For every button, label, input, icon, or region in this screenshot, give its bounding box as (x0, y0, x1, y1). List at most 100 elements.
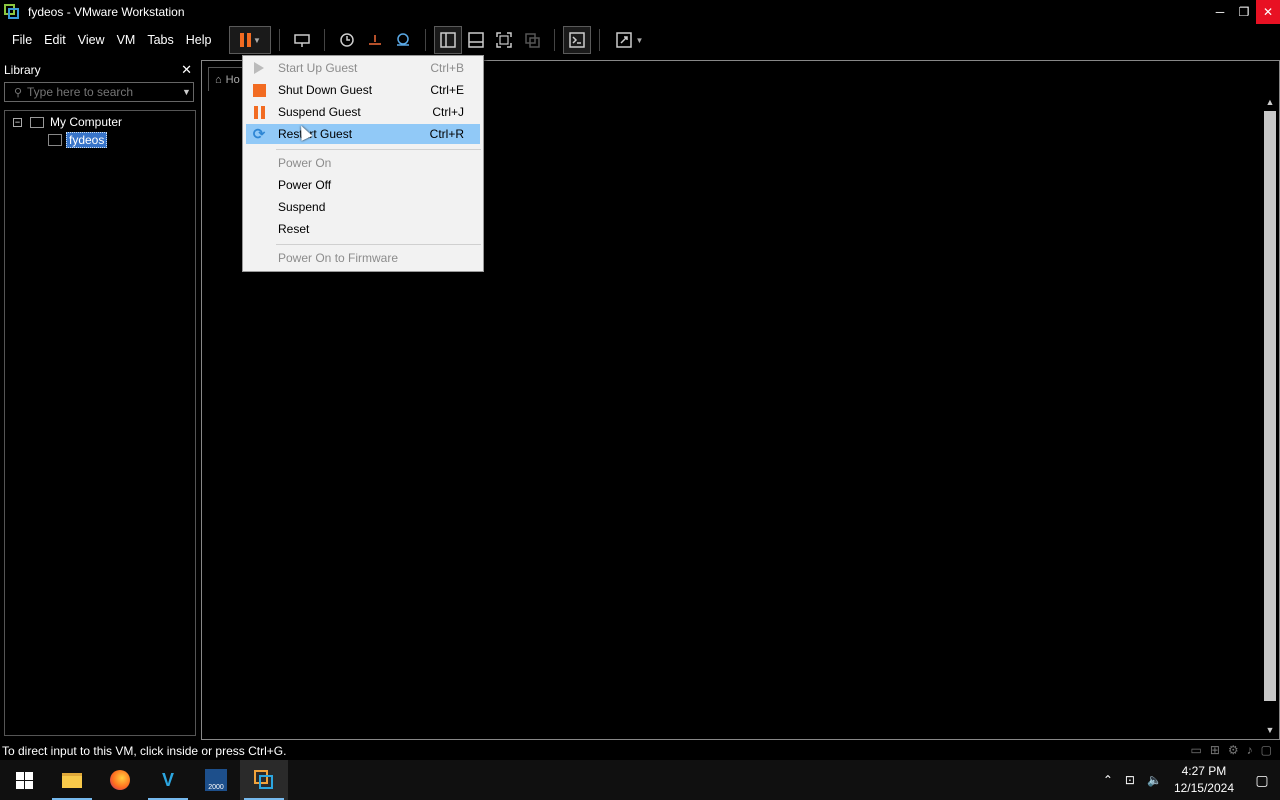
snapshot-manager-button[interactable] (389, 26, 417, 54)
minimize-button[interactable]: ─ (1208, 0, 1232, 24)
menu-item-label: Suspend Guest (278, 105, 361, 119)
toolbar-divider (324, 29, 326, 51)
hard-disk-icon[interactable]: ▭ (1190, 743, 1201, 757)
network-icon[interactable]: ⊞ (1210, 743, 1220, 757)
library-search: ⚲ ▼ (4, 82, 194, 102)
system-tray: ⌃ ⊡ 🔈 4:27 PM 12/15/2024 ▢ (1097, 760, 1280, 800)
reset-icon: ⟳ (252, 126, 266, 143)
keyboard-icon (294, 34, 311, 47)
start-button[interactable] (0, 760, 48, 800)
clock-icon (340, 33, 355, 47)
stretch-guest-button[interactable]: ▼ (608, 26, 650, 54)
tab-label: Ho (225, 73, 240, 86)
menu-help[interactable]: Help (180, 33, 218, 47)
vertical-scrollbar[interactable]: ▲ ▼ (1261, 93, 1279, 739)
display-icon[interactable]: ▢ (1261, 743, 1272, 757)
revert-snapshot-button[interactable] (361, 26, 389, 54)
device-status-icons: ▭ ⊞ ⚙ ♪ ▢ (1190, 743, 1272, 757)
library-search-input[interactable] (9, 85, 182, 99)
unity-button[interactable] (518, 26, 546, 54)
terminal-icon (569, 32, 586, 48)
console-view-button[interactable] (563, 26, 592, 54)
menu-item-label: Reset (278, 222, 310, 236)
pause-icon (253, 105, 265, 119)
menu-item-power-off[interactable]: Power Off (246, 175, 480, 195)
scroll-up-icon[interactable]: ▲ (1261, 93, 1279, 111)
close-button[interactable]: ✕ (1256, 0, 1280, 24)
menu-item-start-up-guest[interactable]: Start Up Guest Ctrl+B (246, 58, 480, 78)
menu-item-suspend-guest[interactable]: Suspend Guest Ctrl+J (246, 102, 480, 122)
tree-item-fydeos[interactable]: fydeos (5, 131, 195, 149)
menu-item-reset[interactable]: Reset (246, 219, 480, 239)
title-bar: fydeos - VMware Workstation ─ ❐ ✕ (0, 0, 1280, 24)
menu-item-power-on-to-firmware[interactable]: Power On to Firmware (246, 248, 480, 268)
firefox-icon (110, 770, 130, 790)
play-icon (254, 62, 264, 74)
tree-item-label: fydeos (66, 132, 108, 148)
show-library-button[interactable] (434, 26, 463, 54)
taskbar-visual-studio[interactable]: V (144, 760, 192, 800)
menu-view[interactable]: View (72, 33, 111, 47)
clock-date: 12/15/2024 (1173, 781, 1234, 795)
windows-logo-icon (15, 771, 33, 789)
menu-item-restart-guest[interactable]: ⟳ Restart Guest Ctrl+R (246, 124, 480, 144)
taskbar-app-2000[interactable]: 2000 (192, 760, 240, 800)
menu-item-suspend[interactable]: Suspend (246, 197, 480, 217)
chevron-down-icon[interactable]: ▼ (182, 87, 191, 97)
network-icon[interactable]: ⊡ (1125, 773, 1135, 787)
send-ctrl-alt-del-button[interactable] (288, 26, 316, 54)
chevron-up-icon[interactable]: ⌃ (1103, 773, 1113, 787)
taskbar-firefox[interactable] (96, 760, 144, 800)
menu-item-label: Power Off (278, 178, 332, 192)
status-message: To direct input to this VM, click inside… (2, 743, 287, 758)
menu-item-label: Power On to Firmware (278, 251, 399, 265)
menu-tabs[interactable]: Tabs (141, 33, 179, 47)
toolbar-divider (599, 29, 601, 51)
sound-icon[interactable]: ♪ (1247, 743, 1253, 757)
stop-icon (252, 83, 266, 97)
menu-item-shut-down-guest[interactable]: Shut Down Guest Ctrl+E (246, 80, 480, 100)
menu-item-label: Suspend (278, 200, 326, 214)
menu-vm[interactable]: VM (111, 33, 142, 47)
volume-icon[interactable]: 🔈 (1147, 773, 1162, 787)
power-menu-button[interactable]: ▼ (229, 26, 272, 54)
toolbar-divider (554, 29, 556, 51)
status-bar: To direct input to this VM, click inside… (0, 741, 1280, 760)
menu-bar: File Edit View VM Tabs Help ▼ ▼ (0, 24, 1280, 56)
vmware-logo-icon (4, 4, 20, 20)
scroll-thumb[interactable] (1264, 111, 1276, 701)
scroll-down-icon[interactable]: ▼ (1261, 721, 1279, 739)
snapshot-manager-icon (397, 33, 410, 46)
taskbar-vmware[interactable] (240, 760, 288, 800)
search-icon: ⚲ (14, 86, 23, 99)
menu-item-power-on[interactable]: Power On (246, 153, 480, 173)
shortcut-label: Ctrl+R (429, 127, 464, 141)
usb-icon[interactable]: ⚙ (1228, 743, 1239, 757)
tree-item-label: My Computer (50, 115, 123, 129)
close-library-button[interactable]: ✕ (181, 62, 192, 78)
collapse-icon[interactable]: − (13, 117, 22, 127)
tree-item-my-computer[interactable]: − My Computer (5, 113, 195, 131)
clock-time: 4:27 PM (1181, 764, 1227, 778)
menu-divider (276, 244, 481, 245)
show-thumbnail-bar-button[interactable] (462, 26, 490, 54)
chevron-down-icon: ▼ (252, 35, 261, 45)
menu-file[interactable]: File (6, 33, 38, 47)
clock[interactable]: 4:27 PM 12/15/2024 (1174, 763, 1234, 797)
app-2000-label: 2000 (208, 784, 224, 791)
library-title: Library (4, 63, 41, 77)
shortcut-label: Ctrl+J (432, 105, 464, 119)
snapshot-button[interactable] (333, 26, 361, 54)
fullscreen-icon (496, 32, 513, 48)
taskbar-file-explorer[interactable] (48, 760, 96, 800)
window-controls: ─ ❐ ✕ (1208, 0, 1280, 24)
menu-edit[interactable]: Edit (38, 33, 72, 47)
restore-button[interactable]: ❐ (1232, 0, 1256, 24)
toolbar-divider (425, 29, 427, 51)
pause-icon (239, 33, 251, 47)
app-2000-icon: 2000 (205, 769, 227, 791)
notification-icon[interactable]: ▢ (1244, 760, 1280, 800)
chevron-down-icon: ▼ (635, 35, 644, 45)
windows-taskbar: V 2000 ⌃ ⊡ 🔈 4:27 PM 12/15/2024 ▢ (0, 760, 1280, 800)
full-screen-button[interactable] (490, 26, 518, 54)
